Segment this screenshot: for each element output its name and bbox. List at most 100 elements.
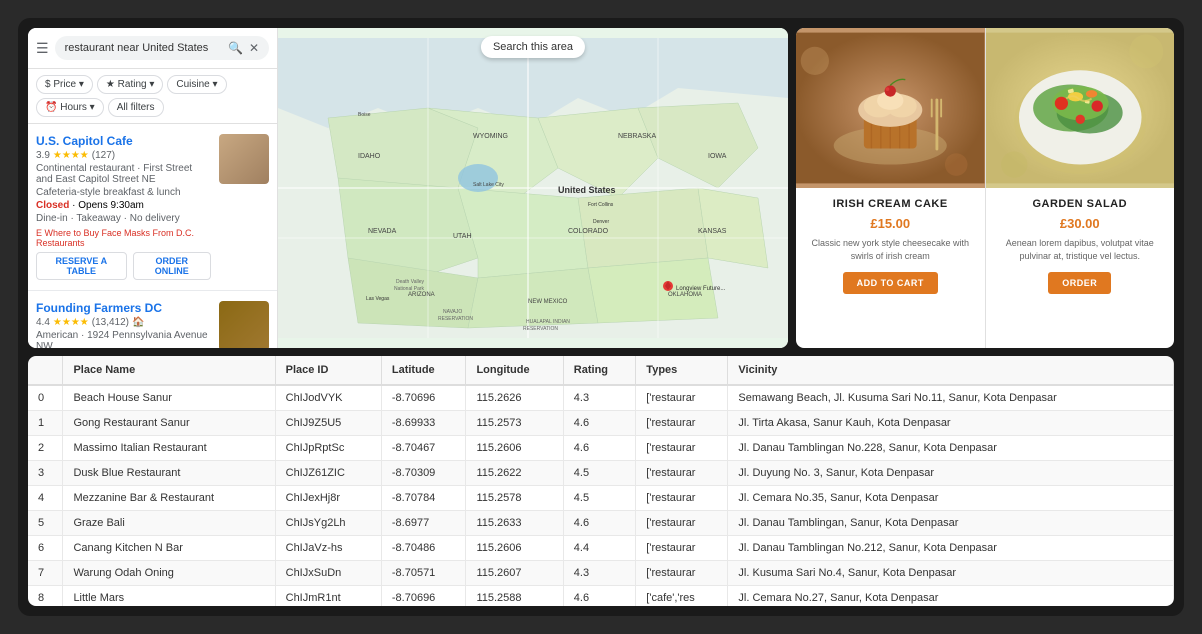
maps-sidebar: ☰ restaurant near United States 🔍 ✕ $ Pr… [28,28,278,348]
cell-index: 0 [28,385,63,411]
stars-1: ★★★★ [53,150,89,161]
food-price-cake: £15.00 [808,216,973,231]
cell-place-name: Graze Bali [63,511,275,536]
cell-types: ['restaurar [636,385,728,411]
search-box[interactable]: restaurant near United States 🔍 ✕ [55,36,269,60]
table-row[interactable]: 2 Massimo Italian Restaurant ChIJpRptSc … [28,436,1174,461]
svg-text:Denver: Denver [593,219,609,225]
stars-2: ★★★★ [53,317,89,328]
table-row[interactable]: 4 Mezzanine Bar & Restaurant ChIJexHj8r … [28,486,1174,511]
cell-place-id: ChIJpRptSc [275,436,381,461]
table-row[interactable]: 3 Dusk Blue Restaurant ChIJZ61ZIC -8.703… [28,461,1174,486]
cell-index: 2 [28,436,63,461]
rating-value-2: 4.4 [36,317,50,328]
food-details-cake: IRISH CREAM CAKE £15.00 Classic new york… [796,188,985,304]
cell-index: 8 [28,586,63,607]
svg-text:Death Valley: Death Valley [396,279,424,285]
cell-place-id: ChIJxSuDn [275,561,381,586]
opens-label-1: · Opens 9:30am [72,200,144,211]
table-row[interactable]: 8 Little Mars ChIJmR1nt -8.70696 115.258… [28,586,1174,607]
food-desc-salad: Aenean lorem dapibus, volutpat vitae pul… [998,237,1163,262]
restaurant-desc-1: Cafeteria-style breakfast & lunch [36,187,211,198]
cell-index: 6 [28,536,63,561]
svg-text:Las Vegas: Las Vegas [366,296,390,302]
cell-latitude: -8.70571 [381,561,466,586]
closed-label-1: Closed [36,200,69,211]
cell-latitude: -8.70696 [381,586,466,607]
svg-text:NAVAJO: NAVAJO [443,309,462,315]
cell-vicinity: Jl. Cemara No.27, Sanur, Kota Denpasar [728,586,1174,607]
cell-longitude: 115.2588 [466,586,563,607]
svg-text:Salt Lake City: Salt Lake City [473,182,504,188]
cell-vicinity: Jl. Duyung No. 3, Sanur, Kota Denpasar [728,461,1174,486]
restaurants-table: Place Name Place ID Latitude Longitude R… [28,356,1174,606]
cell-place-id: ChIJmR1nt [275,586,381,607]
cell-latitude: -8.70467 [381,436,466,461]
svg-text:Fort Collins: Fort Collins [588,202,614,208]
close-icon[interactable]: ✕ [249,41,259,55]
table-row[interactable]: 0 Beach House Sanur ChIJodVYK -8.70696 1… [28,385,1174,411]
cell-vicinity: Semawang Beach, Jl. Kusuma Sari No.11, S… [728,385,1174,411]
cell-types: ['restaurar [636,486,728,511]
svg-text:IDAHO: IDAHO [358,153,381,160]
filter-all[interactable]: All filters [108,98,164,117]
promo-link-1[interactable]: E Where to Buy Face Masks From D.C. Rest… [36,228,211,248]
cell-vicinity: Jl. Danau Tamblingan, Sanur, Kota Denpas… [728,511,1174,536]
cell-rating: 4.6 [563,586,636,607]
reserve-button-1[interactable]: RESERVE A TABLE [36,252,127,280]
order-button-1[interactable]: ORDER ONLINE [133,252,211,280]
table-row[interactable]: 1 Gong Restaurant Sanur ChIJ9Z5U5 -8.699… [28,411,1174,436]
table-row[interactable]: 6 Canang Kitchen N Bar ChIJaVz-hs -8.704… [28,536,1174,561]
cell-longitude: 115.2607 [466,561,563,586]
col-header-index [28,356,63,385]
cell-types: ['restaurar [636,536,728,561]
restaurant-name-1: U.S. Capitol Cafe [36,134,211,148]
restaurant-tags-1: Dine-in · Takeaway · No delivery [36,213,211,224]
food-item-salad: GARDEN SALAD £30.00 Aenean lorem dapibus… [986,28,1175,348]
order-button[interactable]: ORDER [1048,272,1111,294]
food-items-row: IRISH CREAM CAKE £15.00 Classic new york… [796,28,1174,348]
action-buttons-1: RESERVE A TABLE ORDER ONLINE [36,252,211,280]
filter-rating[interactable]: ★ Rating ▾ [97,75,163,94]
table-row[interactable]: 7 Warung Odah Oning ChIJxSuDn -8.70571 1… [28,561,1174,586]
cell-longitude: 115.2578 [466,486,563,511]
food-details-salad: GARDEN SALAD £30.00 Aenean lorem dapibus… [986,188,1175,304]
filter-price[interactable]: $ Price ▾ [36,75,93,94]
restaurant-item-2[interactable]: Founding Farmers DC 4.4 ★★★★ (13,412) 🏠 … [28,291,277,348]
filter-hours[interactable]: ⏰ Hours ▾ [36,98,104,117]
cell-latitude: -8.6977 [381,511,466,536]
cell-types: ['restaurar [636,561,728,586]
cell-longitude: 115.2606 [466,436,563,461]
cell-latitude: -8.70309 [381,461,466,486]
add-to-cart-button[interactable]: ADD TO CART [843,272,938,294]
restaurant-type-1: Continental restaurant · First Street an… [36,163,211,185]
restaurant-item-1[interactable]: U.S. Capitol Cafe 3.9 ★★★★ (127) Contine… [28,124,277,291]
svg-text:United States: United States [558,185,616,195]
cell-rating: 4.6 [563,436,636,461]
search-icon[interactable]: 🔍 [228,41,243,55]
hamburger-icon[interactable]: ☰ [36,40,49,57]
food-price-salad: £30.00 [998,216,1163,231]
food-img-container-cake [796,28,985,188]
cell-longitude: 115.2622 [466,461,563,486]
table-row[interactable]: 5 Graze Bali ChIJsYg2Lh -8.6977 115.2633… [28,511,1174,536]
maps-header: ☰ restaurant near United States 🔍 ✕ [28,28,277,69]
restaurant-status-1: Closed · Opens 9:30am [36,200,211,211]
cell-rating: 4.6 [563,511,636,536]
cell-latitude: -8.70696 [381,385,466,411]
cell-place-id: ChIJ9Z5U5 [275,411,381,436]
cell-place-name: Little Mars [63,586,275,607]
food-img-salad [986,28,1175,188]
food-img-cake [796,28,985,188]
cell-place-id: ChIJsYg2Lh [275,511,381,536]
cell-place-name: Canang Kitchen N Bar [63,536,275,561]
table-header-row: Place Name Place ID Latitude Longitude R… [28,356,1174,385]
map-search-bar[interactable]: Search this area [481,36,585,58]
cell-place-id: ChIJZ61ZIC [275,461,381,486]
rating-value-1: 3.9 [36,150,50,161]
filter-cuisine[interactable]: Cuisine ▾ [167,75,226,94]
col-header-place-id: Place ID [275,356,381,385]
main-container: ☰ restaurant near United States 🔍 ✕ $ Pr… [18,18,1184,616]
svg-text:Longview Future...: Longview Future... [676,286,726,292]
map-area[interactable]: IDAHO WYOMING NEBRASKA IOWA NEVADA UTAH … [278,28,788,348]
